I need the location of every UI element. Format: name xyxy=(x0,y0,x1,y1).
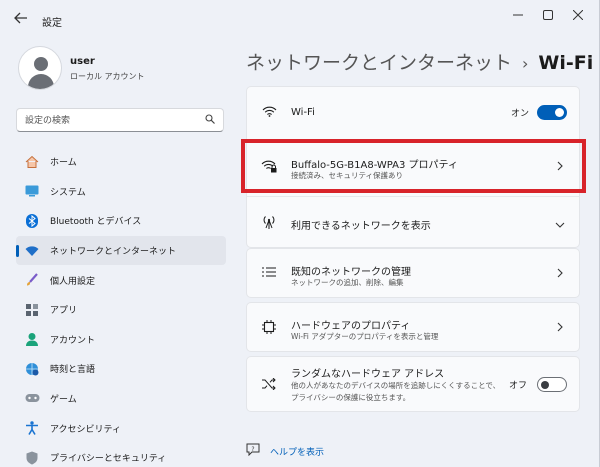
list-icon xyxy=(261,266,277,281)
wifi-settings-card: Wi-Fi オン Buffalo-5G-B1A8-WPA3 プロパティ 接続済み… xyxy=(246,86,580,248)
chip-icon xyxy=(261,320,277,337)
system-icon xyxy=(24,183,40,199)
sidebar-item-time-language[interactable]: 時刻と言語 xyxy=(16,354,226,384)
sidebar-item-apps[interactable]: アプリ xyxy=(16,295,226,325)
sidebar-item-system[interactable]: システム xyxy=(16,177,226,207)
search-box[interactable] xyxy=(16,108,224,132)
known-networks-card[interactable]: 既知のネットワークの管理 ネットワークの追加、削除、編集 xyxy=(246,248,580,298)
help-link-row[interactable]: ? ヘルプを表示 xyxy=(246,443,324,459)
search-input[interactable] xyxy=(25,113,195,128)
toggle-knob xyxy=(555,108,564,117)
random-address-state-label: オフ xyxy=(508,381,527,391)
chevron-right-icon xyxy=(557,322,563,335)
sidebar-item-home[interactable]: ホーム xyxy=(16,147,226,177)
sidebar-item-label: ネットワークとインターネット xyxy=(50,247,177,258)
sidebar-item-label: アクセシビリティ xyxy=(50,424,122,435)
page-title: Wi-Fi xyxy=(538,52,594,74)
sidebar-item-label: プライバシーとセキュリティ xyxy=(50,454,167,465)
network-icon xyxy=(24,243,40,259)
sidebar-item-label: ホーム xyxy=(50,158,77,169)
available-networks-title: 利用できるネットワークを表示 xyxy=(291,221,431,232)
apps-icon xyxy=(24,302,40,318)
user-name: user xyxy=(70,56,95,67)
globe-icon xyxy=(24,361,40,377)
chevron-right-icon xyxy=(557,268,563,281)
toggle-knob xyxy=(541,380,549,389)
hardware-properties-row[interactable]: ハードウェアのプロパティ Wi-Fi アダプターのプロパティを表示と管理 xyxy=(247,303,579,353)
sidebar-item-privacy[interactable]: プライバシーとセキュリティ xyxy=(16,443,226,467)
wifi-state-label: オン xyxy=(510,109,529,119)
network-properties-row[interactable]: Buffalo-5G-B1A8-WPA3 プロパティ 接続済み、セキュリティ保護… xyxy=(247,140,579,196)
breadcrumb-separator: › xyxy=(522,54,529,73)
sidebar-item-label: 個人用設定 xyxy=(50,276,96,287)
avatar-body xyxy=(28,74,54,89)
wifi-toggle-switch[interactable] xyxy=(537,105,567,120)
user-account-type: ローカル アカウント xyxy=(70,72,145,81)
sidebar-nav: ホーム システム Bluetooth とデバイス ネットワークとインターネット … xyxy=(16,147,226,467)
breadcrumb: ネットワークとインターネット › Wi-Fi xyxy=(246,48,593,75)
sidebar-item-label: システム xyxy=(50,187,86,198)
random-hardware-address-title: ランダムなハードウェア アドレス xyxy=(291,369,445,380)
random-hardware-address-row: ランダムなハードウェア アドレス 他の人があなたのデバイスの場所を追跡しにくくす… xyxy=(247,357,579,413)
brush-icon xyxy=(24,272,40,288)
shuffle-icon xyxy=(261,377,277,393)
sidebar-item-label: Bluetooth とデバイス xyxy=(50,217,142,228)
sidebar-item-gaming[interactable]: ゲーム xyxy=(16,384,226,414)
network-properties-title: Buffalo-5G-B1A8-WPA3 プロパティ xyxy=(291,160,458,171)
app-title: 設定 xyxy=(42,18,62,29)
hardware-properties-title: ハードウェアのプロパティ xyxy=(291,321,411,332)
help-icon: ? xyxy=(246,443,260,459)
title-bar: 設定 xyxy=(0,0,599,38)
sidebar-item-bluetooth[interactable]: Bluetooth とデバイス xyxy=(16,206,226,236)
settings-window: 設定 user ローカル アカウント ホーム xyxy=(0,0,600,467)
close-button[interactable] xyxy=(566,8,590,26)
arrow-left-icon xyxy=(14,12,27,24)
maximize-icon xyxy=(543,10,553,20)
chevron-down-icon xyxy=(555,218,565,231)
minimize-button[interactable] xyxy=(506,8,530,26)
back-button[interactable] xyxy=(14,12,30,26)
minimize-icon xyxy=(513,14,523,16)
sidebar-item-label: アプリ xyxy=(50,306,78,317)
home-icon xyxy=(24,154,40,170)
hardware-properties-card[interactable]: ハードウェアのプロパティ Wi-Fi アダプターのプロパティを表示と管理 xyxy=(246,302,580,352)
close-icon xyxy=(572,9,584,21)
accessibility-icon xyxy=(24,420,40,436)
hardware-properties-subtitle: Wi-Fi アダプターのプロパティを表示と管理 xyxy=(291,332,439,341)
shield-icon xyxy=(24,450,40,466)
avatar[interactable] xyxy=(18,46,62,90)
known-networks-row[interactable]: 既知のネットワークの管理 ネットワークの追加、削除、編集 xyxy=(247,249,579,299)
help-link[interactable]: ヘルプを表示 xyxy=(270,445,324,458)
sidebar-item-label: ゲーム xyxy=(50,395,77,406)
sidebar-item-label: アカウント xyxy=(50,335,96,346)
sidebar-item-network[interactable]: ネットワークとインターネット xyxy=(16,235,226,266)
wifi-toggle-row[interactable]: Wi-Fi オン xyxy=(247,87,579,139)
random-hardware-address-card: ランダムなハードウェア アドレス 他の人があなたのデバイスの場所を追跡しにくくす… xyxy=(246,356,580,412)
known-networks-title: 既知のネットワークの管理 xyxy=(291,267,411,278)
chevron-right-icon xyxy=(557,161,563,174)
wifi-icon xyxy=(261,106,277,120)
maximize-button[interactable] xyxy=(536,8,560,26)
random-address-toggle-switch[interactable] xyxy=(537,377,567,392)
svg-text:?: ? xyxy=(251,446,254,453)
random-hardware-address-description: 他の人があなたのデバイスの場所を追跡しにくくすることで、 xyxy=(291,381,501,390)
network-status-subtitle: 接続済み、セキュリティ保護あり xyxy=(291,171,404,180)
search-icon[interactable] xyxy=(205,114,215,127)
known-networks-subtitle: ネットワークの追加、削除、編集 xyxy=(291,278,404,287)
sidebar-item-accessibility[interactable]: アクセシビリティ xyxy=(16,413,226,443)
avatar-head xyxy=(34,57,48,71)
bluetooth-icon xyxy=(24,213,40,229)
breadcrumb-parent[interactable]: ネットワークとインターネット xyxy=(246,52,512,74)
account-icon xyxy=(24,331,40,347)
gamepad-icon xyxy=(24,391,40,407)
available-networks-row[interactable]: 利用できるネットワークを表示 xyxy=(247,197,579,249)
wifi-toggle-title: Wi-Fi xyxy=(291,107,315,118)
sidebar-item-accounts[interactable]: アカウント xyxy=(16,325,226,355)
antenna-icon xyxy=(261,215,277,232)
sidebar-item-label: 時刻と言語 xyxy=(50,365,96,376)
random-hardware-address-description-2: プライバシーの保護に役立ちます。 xyxy=(291,393,411,402)
sidebar-item-personalization[interactable]: 個人用設定 xyxy=(16,265,226,295)
wifi-secured-icon xyxy=(261,160,277,176)
